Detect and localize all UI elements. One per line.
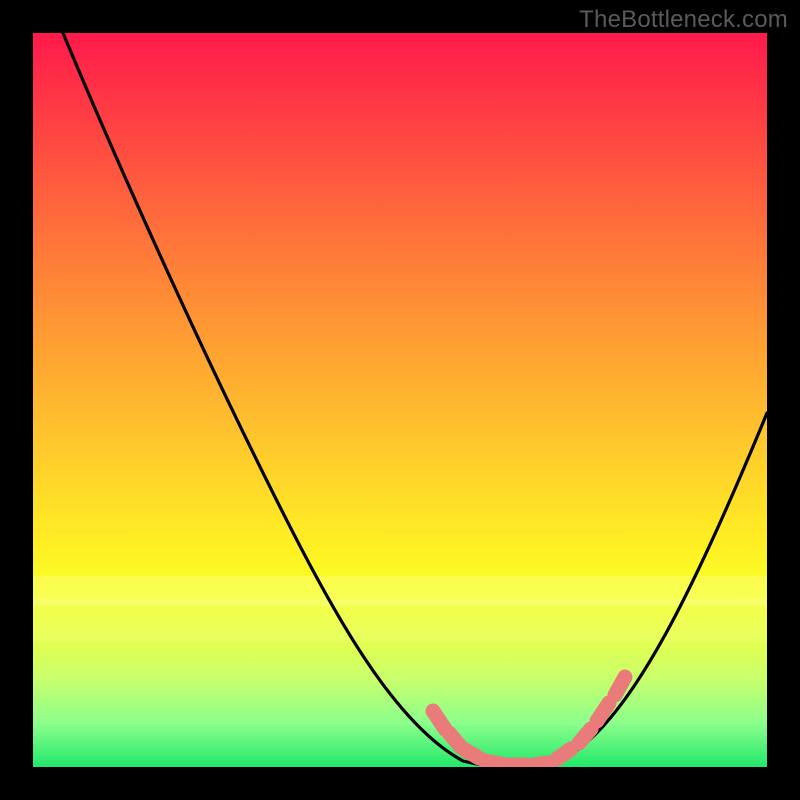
curve-svg — [33, 33, 767, 767]
chart-frame: TheBottleneck.com — [0, 0, 800, 800]
bottleneck-curve — [63, 33, 767, 767]
plot-area — [33, 33, 767, 767]
highlight-group — [433, 677, 625, 765]
watermark-text: TheBottleneck.com — [579, 6, 788, 34]
